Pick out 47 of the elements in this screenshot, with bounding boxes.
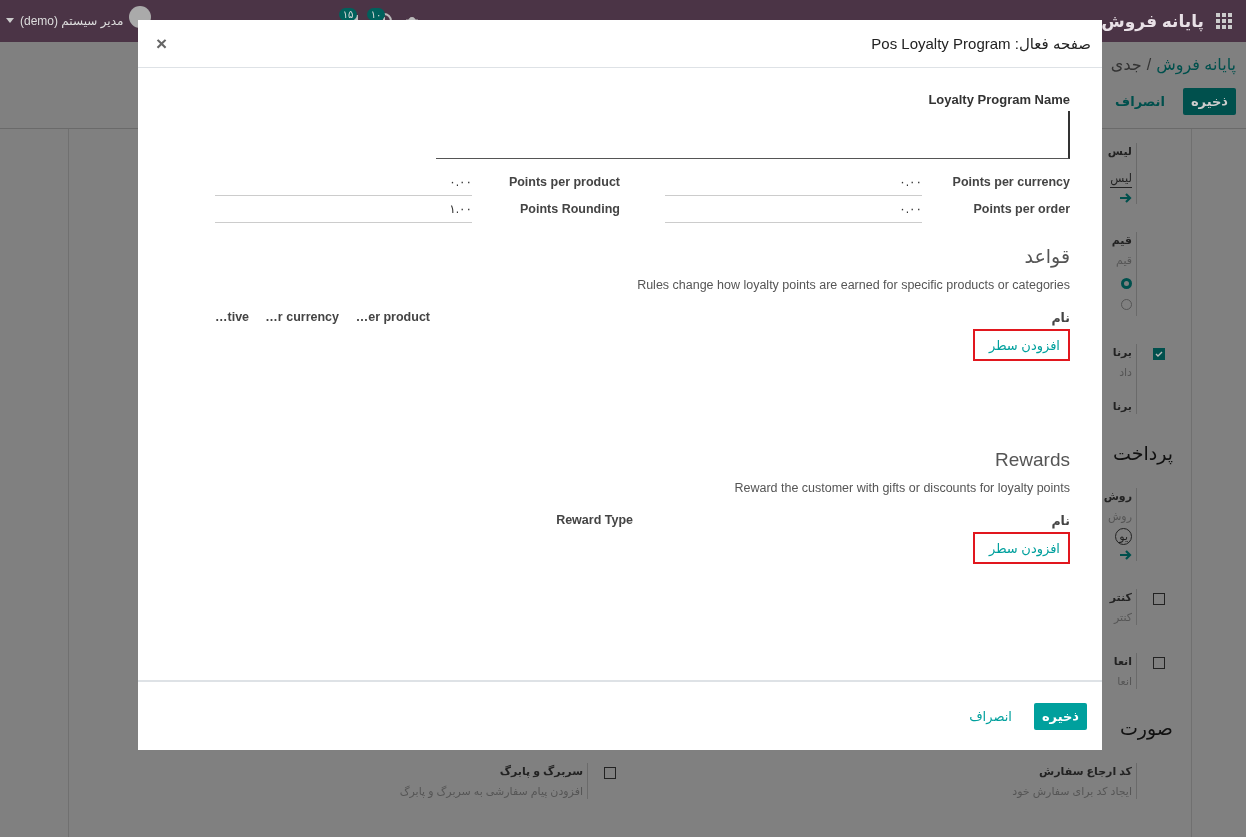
field-label: Points per order	[972, 202, 1070, 218]
field-label: Points Rounding	[519, 202, 621, 218]
field-label: Loyalty Program Name	[927, 92, 1070, 107]
section-heading: صورت	[1120, 717, 1173, 741]
setting-title: کنتر	[1109, 590, 1132, 605]
select-field[interactable]: لیس	[1110, 163, 1132, 188]
column-header[interactable]: Reward Type	[215, 513, 643, 528]
setting-title: لیس	[1107, 144, 1132, 159]
setting-title: برنا	[1112, 399, 1132, 414]
input-field[interactable]: ۰.۰۰	[665, 202, 922, 223]
app-name: پایانه فروش	[1101, 10, 1204, 32]
field-label: Points per currency	[951, 175, 1070, 191]
column-header[interactable]: نام	[440, 310, 1070, 325]
checkbox[interactable]	[604, 767, 616, 779]
column-header[interactable]: نام	[643, 513, 1070, 528]
section-description: Reward the customer with gifts or discounts for loyalty points	[733, 481, 1070, 495]
setting-title: روش	[1103, 489, 1132, 504]
checkbox[interactable]	[1153, 348, 1165, 360]
column-header[interactable]: …r currency	[258, 310, 349, 325]
setting-title: کد ارجاع سفارش	[1038, 764, 1132, 779]
field-label: Points per product	[507, 175, 621, 191]
save-button[interactable]: ذخیره	[1182, 88, 1236, 115]
section-title: Rewards	[994, 449, 1070, 471]
section-description: Rules change how loyalty points are earned for specific products or categories	[636, 278, 1070, 292]
section-title: قواعد	[1023, 245, 1070, 268]
checkbox[interactable]	[1153, 593, 1165, 605]
arrow-right-icon[interactable]	[1118, 549, 1132, 561]
column-header[interactable]: …er product	[349, 310, 440, 325]
input-field[interactable]: ۰.۰۰	[665, 175, 922, 196]
apps-menu-icon[interactable]	[1216, 13, 1232, 29]
input-field[interactable]: ۰.۰۰	[215, 175, 472, 196]
close-button[interactable]: ×	[152, 32, 172, 55]
user-name[interactable]: مدیر سیستم (demo)	[20, 14, 124, 28]
setting-title: برنا	[1112, 345, 1132, 360]
arrow-right-icon[interactable]	[1118, 192, 1132, 204]
checkbox[interactable]	[1153, 657, 1165, 669]
setting-title: قیم	[1111, 233, 1132, 248]
radio-button[interactable]	[1121, 278, 1132, 289]
breadcrumb-current: جدی	[1110, 55, 1142, 74]
setting-title: انعا	[1113, 654, 1132, 669]
breadcrumb-separator: /	[1146, 55, 1152, 74]
input-field[interactable]: ۱.۰۰	[215, 202, 472, 223]
dialog-title: صفحه فعال: Pos Loyalty Program	[871, 34, 1091, 53]
column-header[interactable]: …tive	[215, 310, 258, 325]
section-heading: پرداخت	[1113, 442, 1173, 466]
setting-title: سربرگ و پابرگ	[498, 764, 583, 779]
caret-icon[interactable]	[6, 18, 14, 24]
